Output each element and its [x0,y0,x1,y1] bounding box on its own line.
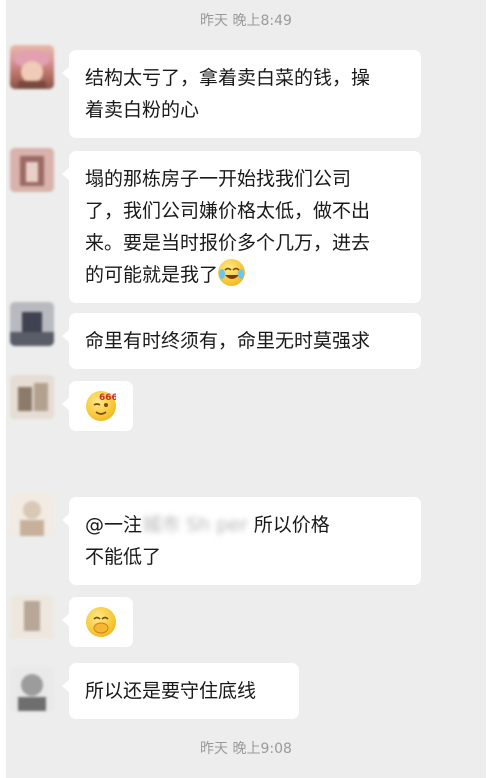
avatar[interactable] [10,45,54,89]
mention-name-blurred: 城市 Sh per [142,514,248,536]
avatar-icon [10,667,54,711]
message-text: 结构太亏了，拿着卖白菜的钱，操 [85,67,371,89]
message-text: 了，我们公司嫌价格太低，做不出 [85,200,371,222]
message-text: 命里有时终须有，命里无时莫强求 [85,330,371,352]
message-bubble[interactable]: @一注城市 Sh per 所以价格 不能低了 [62,497,421,585]
message-text: 着卖白粉的心 [85,99,200,121]
avatar[interactable] [10,302,54,346]
avatar[interactable] [10,595,54,639]
message-text: 的可能就是我了 [85,264,219,286]
avatar[interactable] [10,375,54,419]
hand-over-mouth-emoji [86,607,116,637]
message-bubble[interactable]: 所以还是要守住底线 [62,663,299,719]
message-text: 所以还是要守住底线 [85,680,257,702]
message-bubble[interactable]: 命里有时终须有，命里无时莫强求 [62,313,421,369]
message-text: 来。要是当时报价多个几万，进去 [85,232,371,254]
crying-laughing-emoji [218,259,246,286]
avatar[interactable] [10,667,54,711]
avatar-icon [10,492,54,536]
chat-window: 昨天 晚上8:49 结构太亏了，拿着卖白菜的钱，操 着卖白粉的心 塌的那栋房子一… [6,0,486,778]
message-bubble[interactable] [62,597,133,647]
timestamp: 昨天 晚上8:49 [200,13,292,29]
timestamp: 昨天 晚上9:08 [200,741,292,757]
mention-prefix: @一注 [85,514,143,536]
666-emoji: 666 [86,391,116,421]
svg-text:666: 666 [99,393,116,403]
message-text: 塌的那栋房子一开始找我们公司 [85,168,352,190]
message-text-last: 的可能就是我了 [85,259,405,291]
avatar-icon [10,375,54,419]
message-text: 所以价格 [247,514,330,536]
message-bubble[interactable]: 塌的那栋房子一开始找我们公司 了，我们公司嫌价格太低，做不出 来。要是当时报价多… [62,151,421,303]
message-text: 不能低了 [85,546,162,568]
message-bubble[interactable]: 结构太亏了，拿着卖白菜的钱，操 着卖白粉的心 [62,50,421,138]
message-bubble[interactable]: 666 [62,381,133,431]
avatar-icon [14,50,50,89]
avatar[interactable] [10,148,54,192]
avatar-icon [10,302,54,346]
avatar-icon [10,595,54,639]
avatar-icon [10,148,54,192]
avatar[interactable] [10,492,54,536]
